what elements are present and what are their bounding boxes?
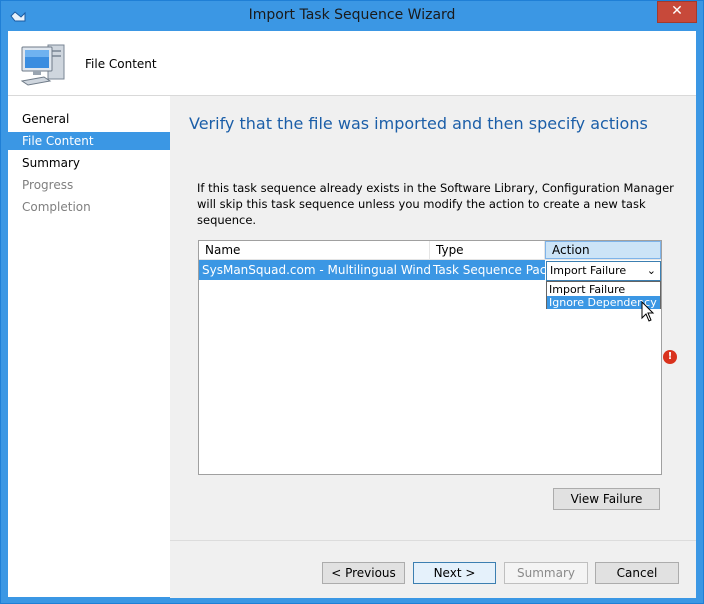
summary-button: Summary — [504, 562, 588, 584]
window-title: Import Task Sequence Wizard — [248, 7, 456, 23]
view-failure-button[interactable]: View Failure — [553, 488, 660, 510]
chevron-down-icon[interactable]: ⌄ — [647, 262, 656, 280]
list-header: Name Type Action — [199, 241, 661, 260]
page-heading: Verify that the file was imported and th… — [189, 114, 648, 133]
nav-item-general[interactable]: General — [8, 110, 170, 128]
row-name-cell: SysManSquad.com - Multilingual Windo... — [202, 263, 430, 277]
wizard-client: File Content General File Content Summar… — [8, 31, 696, 598]
action-combobox-value: Import Failure — [550, 264, 627, 277]
nav-item-file-content[interactable]: File Content — [8, 132, 170, 150]
dropdown-option-import-failure[interactable]: Import Failure — [547, 283, 660, 296]
previous-button[interactable]: < Previous — [322, 562, 405, 584]
banner-page-name: File Content — [85, 57, 157, 71]
wizard-banner: File Content — [8, 31, 696, 96]
cancel-button[interactable]: Cancel — [595, 562, 679, 584]
content-pane: Verify that the file was imported and th… — [170, 96, 696, 540]
wizard-nav: General File Content Summary Progress Co… — [8, 96, 170, 597]
column-header-name[interactable]: Name — [199, 241, 430, 259]
next-button[interactable]: Next > — [413, 562, 496, 584]
column-header-type[interactable]: Type — [430, 241, 545, 259]
table-row[interactable]: SysManSquad.com - Multilingual Windo... … — [199, 260, 545, 280]
nav-item-progress: Progress — [22, 178, 74, 192]
title-bar[interactable]: Import Task Sequence Wizard ✕ — [1, 1, 703, 31]
row-type-cell: Task Sequence Pac... — [433, 263, 545, 277]
page-description: If this task sequence already exists in … — [197, 181, 674, 227]
computer-icon — [20, 44, 65, 86]
close-button[interactable]: ✕ — [657, 1, 697, 23]
nav-item-completion: Completion — [22, 200, 91, 214]
wizard-window: Import Task Sequence Wizard ✕ File Conte… — [0, 0, 704, 604]
nav-item-summary[interactable]: Summary — [8, 154, 170, 172]
column-header-action[interactable]: Action — [545, 241, 661, 259]
mouse-cursor-icon — [641, 301, 655, 322]
task-sequence-list[interactable]: Name Type Action SysManSquad.com - Multi… — [198, 240, 662, 475]
wizard-footer: < Previous Next > Summary Cancel — [170, 540, 696, 598]
action-combobox[interactable]: Import Failure ⌄ — [546, 261, 661, 281]
error-icon: ! — [663, 350, 677, 364]
